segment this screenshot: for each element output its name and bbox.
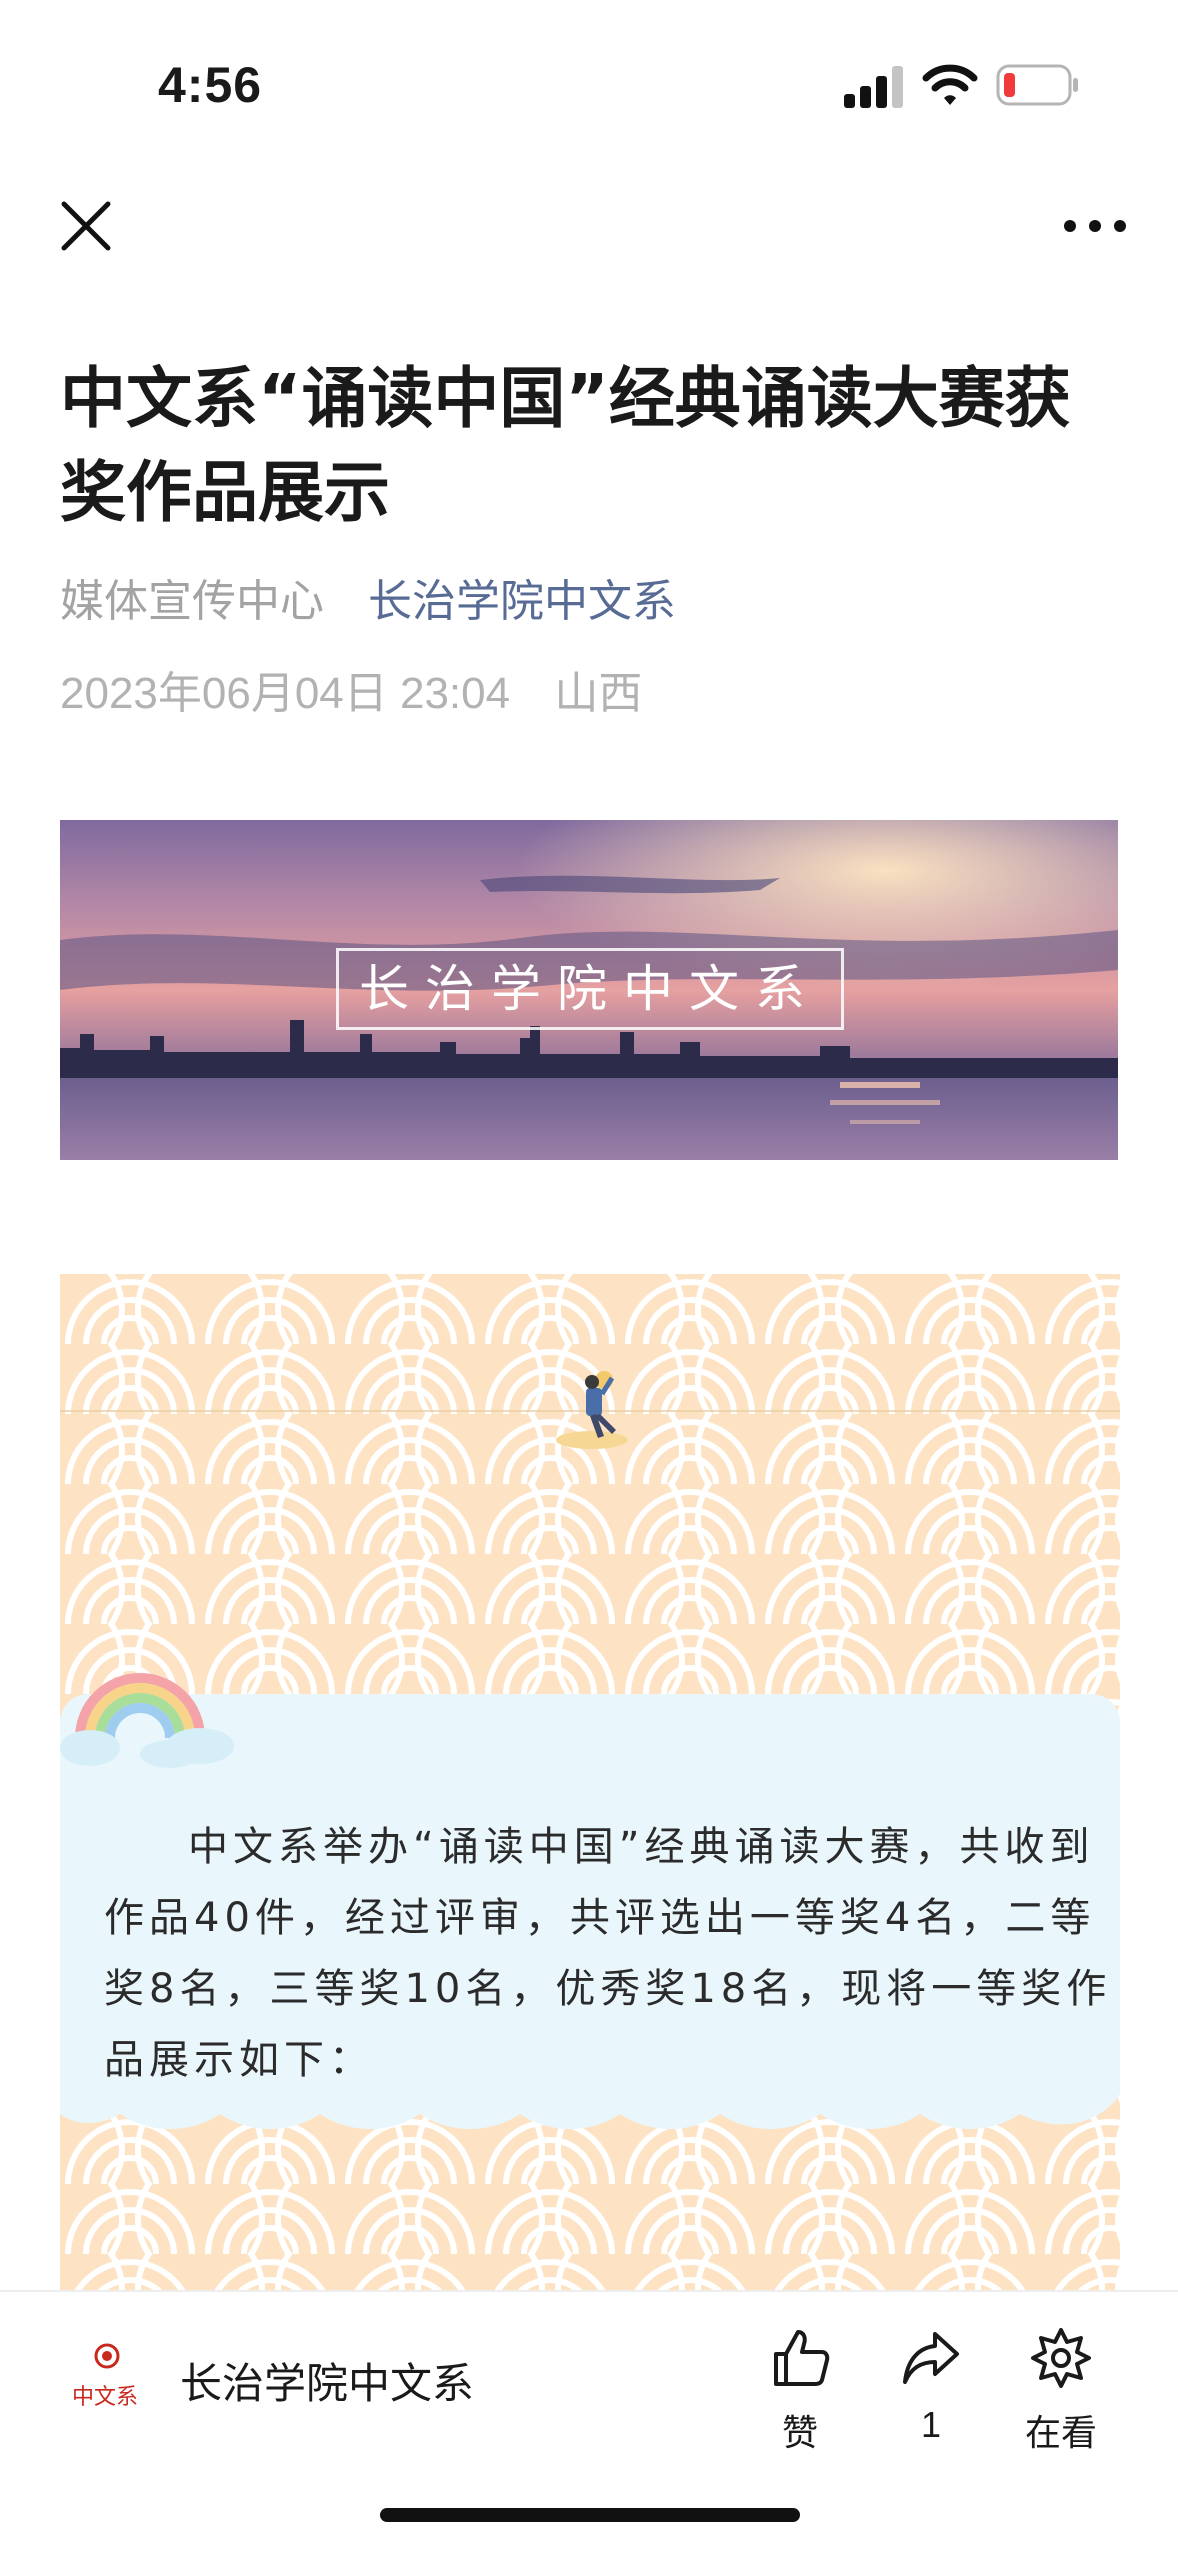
cellular-signal-icon (844, 64, 906, 108)
banner-image: 长治学院中文系 (60, 820, 1118, 1160)
status-time: 4:56 (158, 57, 263, 113)
share-count: 1 (920, 2404, 942, 2445)
watching-icon (1031, 2328, 1091, 2388)
bottom-account-name[interactable]: 长治学院中文系 (180, 2350, 474, 2411)
battery-low-icon (996, 64, 1078, 106)
poster-body-text: 中文系举办“诵读中国”经典诵读大赛，共收到作品40件，经过评审，共评选出一等奖4… (104, 1824, 1112, 2083)
like-button[interactable]: 赞 (745, 2326, 855, 2476)
svg-text:中文系: 中文系 (72, 2385, 138, 2410)
rainbow-cloud-icon (60, 1673, 234, 1768)
article-page: 4:56 中文系“诵读中国”经典诵读大赛获奖作品展示 媒体宣传中心 长治学院中文… (0, 0, 1178, 2556)
banner-label: 长治学院中文系 (336, 948, 844, 1030)
share-icon (903, 2332, 959, 2384)
watching-label: 在看 (1024, 2412, 1097, 2453)
status-bar: 4:56 (0, 0, 1178, 160)
article-meta: 媒体宣传中心 长治学院中文系 (60, 572, 676, 632)
article-title: 中文系“诵读中国”经典诵读大赛获奖作品展示 (60, 360, 1071, 531)
home-indicator[interactable] (380, 2508, 800, 2522)
reader-figure-icon (556, 1371, 628, 1449)
like-label: 赞 (781, 2412, 818, 2453)
account-logo-icon[interactable]: 中文系 (70, 2342, 144, 2416)
watching-button[interactable]: 在看 (1006, 2326, 1116, 2476)
article-author: 媒体宣传中心 (60, 576, 324, 627)
publish-date: 2023年06月04日 23:04 (60, 669, 511, 718)
share-button[interactable]: 1 (876, 2326, 986, 2476)
close-icon[interactable] (56, 196, 116, 256)
wifi-icon (922, 64, 978, 105)
more-icon[interactable] (1060, 206, 1130, 246)
article-date-line: 2023年06月04日 23:04 山西 (60, 664, 642, 724)
thumbs-up-icon (774, 2330, 830, 2386)
account-link[interactable]: 长治学院中文系 (368, 576, 676, 627)
publish-location: 山西 (554, 669, 643, 718)
